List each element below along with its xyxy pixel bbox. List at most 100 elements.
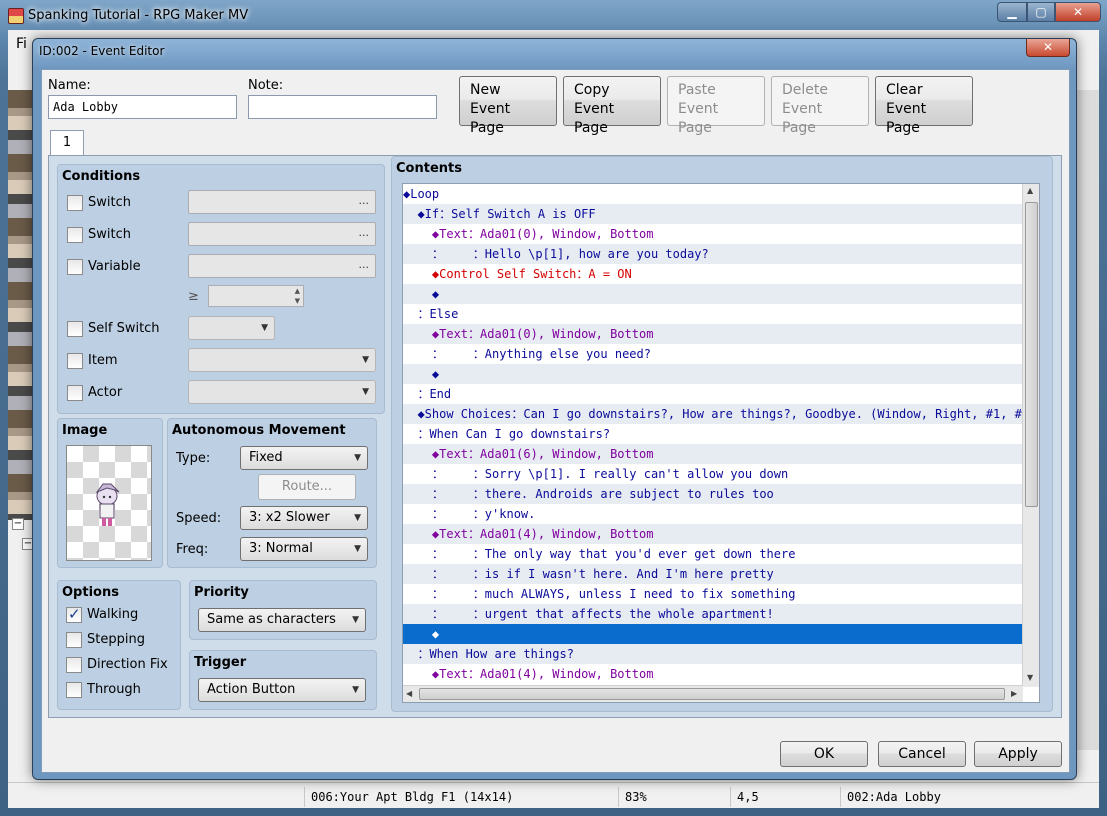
command-text: ◆Loop [403, 187, 440, 201]
switch2-field[interactable]: ... [188, 222, 376, 246]
command-line[interactable]: ： ：Hello \p[1], how are you today? [403, 244, 1023, 264]
actor-combo[interactable]: ▼ [188, 380, 376, 404]
variable-checkbox[interactable] [67, 259, 83, 275]
command-text: ：When How are things? [403, 647, 574, 661]
command-line[interactable]: ：Else [403, 304, 1023, 324]
self-switch-checkbox[interactable] [67, 321, 83, 337]
command-text: ： ：y'know. [403, 507, 536, 521]
note-field[interactable] [248, 95, 437, 119]
command-line[interactable]: ： ：y'know. [403, 504, 1023, 524]
chevron-down-icon: ▼ [354, 544, 361, 554]
vertical-scroll-thumb[interactable] [1025, 202, 1038, 507]
new-event-page-button[interactable]: New Event Page [459, 76, 557, 136]
command-line[interactable]: ◆Control Self Switch：A = ON [403, 264, 1023, 284]
command-text: ◆Text：Ada01(0), Window, Bottom [403, 227, 654, 241]
paste-event-page-button[interactable]: Paste Event Page [667, 76, 765, 136]
event-command-list[interactable]: ◆Loop ◆If：Self Switch A is OFF ◆Text：Ada… [402, 183, 1040, 703]
autonomous-movement-group: Autonomous Movement Type: Fixed ▼ Route..… [167, 418, 377, 568]
image-group: Image [57, 418, 163, 568]
command-line[interactable]: ◆Show Choices：Can I go downstairs?, How … [403, 404, 1036, 424]
close-button[interactable]: ✕ [1055, 2, 1101, 22]
clear-label: Clear [886, 82, 923, 98]
tab-page-1[interactable]: 1 [50, 130, 84, 156]
speed-combo[interactable]: 3: x2 Slower ▼ [240, 506, 368, 530]
switch2-checkbox[interactable] [67, 227, 83, 243]
stepping-checkbox[interactable] [66, 632, 82, 648]
chevron-down-icon: ▼ [352, 615, 359, 625]
character-image[interactable] [66, 445, 152, 561]
command-line[interactable]: ◆Text：Ada01(0), Window, Bottom [403, 224, 1023, 244]
route-button[interactable]: Route... [258, 474, 356, 500]
status-event: 002:Ada Lobby [840, 787, 1099, 807]
command-line[interactable]: ◆ [403, 624, 1023, 644]
command-line[interactable]: ： ：The only way that you'd ever get down… [403, 544, 1023, 564]
command-line[interactable]: ◆Text：Ada01(0), Window, Bottom [403, 324, 1023, 344]
priority-group: Priority Same as characters ▼ [189, 580, 377, 640]
command-line[interactable]: ◆ [403, 364, 1023, 384]
dialog-close-button[interactable]: ✕ [1026, 39, 1070, 57]
item-checkbox[interactable] [67, 353, 83, 369]
switch1-checkbox[interactable] [67, 195, 83, 211]
command-line[interactable]: ： ：urgent that affects the whole apartme… [403, 604, 1023, 624]
command-line[interactable]: ： ：Anything else you need? [403, 344, 1023, 364]
command-line[interactable]: ◆If：Self Switch A is OFF [403, 204, 1023, 224]
command-line[interactable]: ： ：there. Androids are subject to rules … [403, 484, 1023, 504]
status-map: 006:Your Apt Bldg F1 (14x14) [304, 787, 618, 807]
command-line[interactable]: ： ：much ALWAYS, unless I need to fix som… [403, 584, 1023, 604]
vertical-scrollbar[interactable]: ▲ ▼ [1022, 184, 1039, 687]
walking-checkbox[interactable] [66, 605, 82, 623]
command-line[interactable]: ： ：is if I wasn't here. And I'm here pre… [403, 564, 1023, 584]
ellipsis-icon: ... [358, 258, 370, 271]
command-line[interactable]: ：When Can I go downstairs? [403, 424, 1023, 444]
horizontal-scroll-thumb[interactable] [419, 688, 1005, 700]
command-line[interactable]: ◆Text：Ada01(4), Window, Bottom [403, 524, 1023, 544]
autonomous-title: Autonomous Movement [172, 423, 346, 438]
command-text: ◆Text：Ada01(6), Window, Bottom [403, 447, 654, 461]
name-field[interactable]: Ada Lobby [48, 95, 237, 119]
new-label: New [470, 82, 501, 98]
command-text: ◆If：Self Switch A is OFF [403, 207, 596, 221]
item-combo[interactable]: ▼ [188, 348, 376, 372]
command-line[interactable]: ◆Text：Ada01(6), Window, Bottom [403, 444, 1023, 464]
ok-button[interactable]: OK [780, 741, 868, 767]
actor-checkbox[interactable] [67, 385, 83, 401]
variable-field[interactable]: ... [188, 254, 376, 278]
clear-label-2: Event Page [886, 101, 927, 136]
command-line[interactable]: ◆Loop [403, 184, 1023, 204]
command-line[interactable]: ： ：Sorry \p[1]. I really can't allow you… [403, 464, 1023, 484]
clear-event-page-button[interactable]: Clear Event Page [875, 76, 973, 136]
command-line[interactable]: ：When How are things? [403, 644, 1023, 664]
chevron-down-icon: ▼ [261, 323, 268, 333]
priority-combo[interactable]: Same as characters ▼ [198, 608, 366, 632]
trigger-title: Trigger [194, 655, 247, 670]
through-checkbox[interactable] [66, 682, 82, 698]
apply-button[interactable]: Apply [974, 741, 1062, 767]
scroll-left-icon[interactable]: ◀ [406, 689, 412, 698]
scroll-right-icon[interactable]: ▶ [1011, 689, 1017, 698]
menu-file[interactable]: Fi [16, 36, 27, 52]
self-switch-combo[interactable]: ▼ [188, 316, 275, 340]
type-combo[interactable]: Fixed ▼ [240, 446, 368, 470]
switch1-field[interactable]: ... [188, 190, 376, 214]
freq-combo[interactable]: 3: Normal ▼ [240, 537, 368, 561]
maximize-button[interactable]: ▢ [1027, 2, 1055, 22]
minimize-button[interactable]: ▁ [997, 2, 1027, 22]
speed-label: Speed: [176, 511, 222, 526]
cancel-button[interactable]: Cancel [878, 741, 966, 767]
scroll-down-icon[interactable]: ▼ [1027, 673, 1033, 682]
scroll-up-icon[interactable]: ▲ [1027, 186, 1033, 195]
command-line[interactable]: ：End [403, 384, 1023, 404]
command-line[interactable]: ◆Text：Ada01(4), Window, Bottom [403, 664, 1023, 684]
direction-fix-checkbox[interactable] [66, 657, 82, 673]
tree-expander[interactable]: − [12, 518, 24, 530]
command-text: ： ：Hello \p[1], how are you today? [403, 247, 709, 261]
copy-label-2: Event Page [574, 101, 615, 136]
variable-value-spinner[interactable]: ▲ ▼ [208, 285, 304, 307]
horizontal-scrollbar[interactable]: ◀ ▶ [403, 685, 1023, 702]
trigger-combo[interactable]: Action Button ▼ [198, 678, 366, 702]
delete-event-page-button[interactable]: Delete Event Page [771, 76, 869, 136]
copy-event-page-button[interactable]: Copy Event Page [563, 76, 661, 136]
command-line[interactable]: ◆ [403, 284, 1023, 304]
tileset-palette[interactable] [8, 90, 32, 520]
status-bar: 006:Your Apt Bldg F1 (14x14) 83% 4,5 002… [8, 782, 1099, 808]
